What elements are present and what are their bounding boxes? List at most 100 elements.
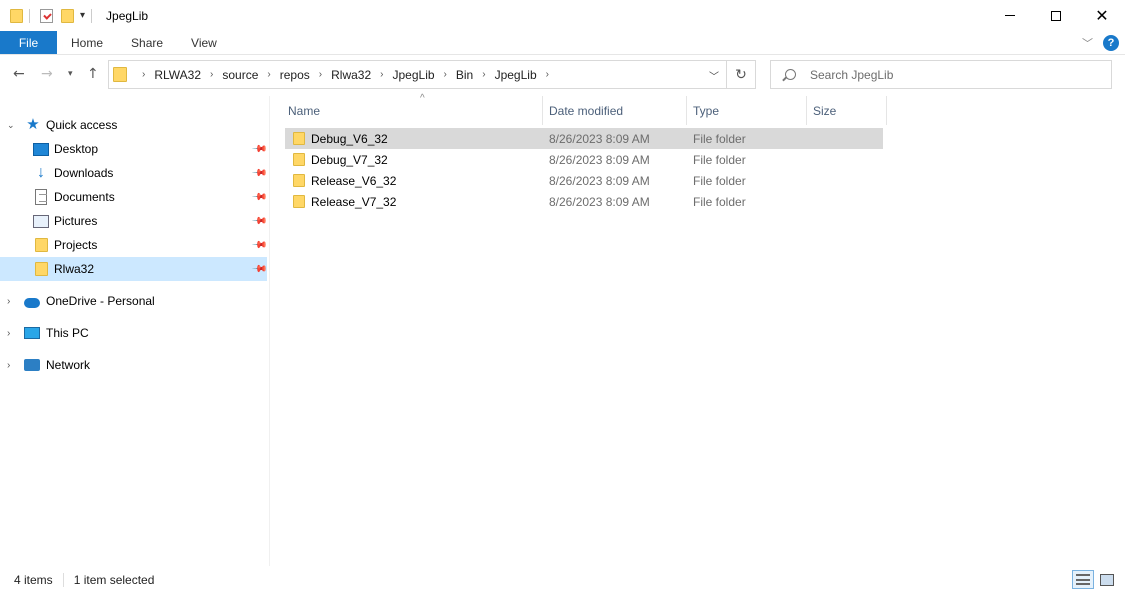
pin-icon[interactable]: 📌 xyxy=(251,261,268,278)
folder-icon xyxy=(35,262,48,276)
expand-ribbon-icon[interactable]: ﹀ xyxy=(1082,35,1093,51)
chevron-right-icon[interactable]: › xyxy=(7,296,10,307)
folder-icon xyxy=(35,238,48,252)
breadcrumb-item[interactable]: repos xyxy=(280,68,310,82)
column-headers: Name ^ Date modified Type Size xyxy=(271,93,891,125)
tab-file[interactable]: File xyxy=(0,31,57,54)
table-row[interactable]: Release_V6_32 8/26/2023 8:09 AM File fol… xyxy=(285,170,883,191)
nav-quick-access[interactable]: ⌄ ★ Quick access xyxy=(0,113,267,137)
column-header-name[interactable]: Name ^ xyxy=(282,93,543,125)
column-label: Name xyxy=(288,103,321,118)
nav-item-desktop[interactable]: Desktop 📌 xyxy=(0,137,268,161)
column-label: Type xyxy=(693,103,720,118)
view-toggle xyxy=(1072,570,1118,589)
address-bar[interactable]: › RLWA32 › source › repos › Rlwa32 › Jpe… xyxy=(108,60,756,89)
nav-item-pictures[interactable]: Pictures 📌 xyxy=(0,209,268,233)
chevron-right-icon: › xyxy=(142,69,146,80)
pin-icon[interactable]: 📌 xyxy=(251,213,268,230)
column-header-type[interactable]: Type xyxy=(687,96,807,125)
pin-icon[interactable]: 📌 xyxy=(251,237,268,254)
customize-toolbar-dropdown-icon[interactable]: ▾ xyxy=(80,10,85,21)
table-row[interactable]: Debug_V6_32 8/26/2023 8:09 AM File folde… xyxy=(285,128,883,149)
minimize-button[interactable] xyxy=(987,0,1033,31)
minimize-icon xyxy=(1005,15,1015,16)
chevron-right-icon[interactable]: › xyxy=(267,69,270,80)
pane-divider[interactable] xyxy=(269,96,270,566)
folder-icon xyxy=(293,174,305,187)
close-icon: ✕ xyxy=(1095,6,1109,25)
breadcrumb-item[interactable]: JpegLib xyxy=(393,68,435,82)
chevron-down-icon[interactable]: ⌄ xyxy=(7,120,15,131)
refresh-button[interactable]: ↻ xyxy=(726,61,755,88)
chevron-right-icon[interactable]: › xyxy=(319,69,322,80)
help-button[interactable]: ? xyxy=(1103,35,1119,51)
chevron-right-icon[interactable]: › xyxy=(444,69,447,80)
window-controls: ✕ xyxy=(987,0,1125,31)
pin-icon[interactable]: 📌 xyxy=(251,165,268,182)
nav-label: Projects xyxy=(54,238,98,252)
chevron-right-icon[interactable]: › xyxy=(380,69,383,80)
nav-item-rlwa32[interactable]: Rlwa32 📌 xyxy=(0,257,268,281)
toolbar-divider xyxy=(91,8,93,23)
up-button[interactable]: ↑ xyxy=(87,66,99,82)
table-row[interactable]: Debug_V7_32 8/26/2023 8:09 AM File folde… xyxy=(285,149,883,170)
pictures-icon xyxy=(33,214,49,228)
file-date: 8/26/2023 8:09 AM xyxy=(549,131,650,146)
chevron-right-icon[interactable]: › xyxy=(7,328,10,339)
column-header-size[interactable]: Size xyxy=(807,96,887,125)
nav-this-pc[interactable]: › This PC xyxy=(0,321,267,345)
column-header-date[interactable]: Date modified xyxy=(543,96,687,125)
address-history-dropdown-icon[interactable]: ﹀ xyxy=(709,68,719,83)
file-name: Debug_V7_32 xyxy=(311,152,388,167)
chevron-right-icon[interactable]: › xyxy=(482,69,485,80)
nav-label: Rlwa32 xyxy=(54,262,95,276)
new-folder-icon[interactable] xyxy=(61,8,74,23)
details-view-icon xyxy=(1076,574,1090,585)
forward-button[interactable]: → xyxy=(41,66,53,82)
folder-icon xyxy=(293,132,305,145)
search-box[interactable] xyxy=(770,60,1112,89)
back-button[interactable]: ← xyxy=(13,66,25,82)
toolbar-divider xyxy=(29,8,30,23)
quick-access-toolbar: ▾ xyxy=(0,0,98,31)
pin-icon[interactable]: 📌 xyxy=(251,189,268,206)
tab-view[interactable]: View xyxy=(177,31,231,54)
file-type: File folder xyxy=(693,173,746,188)
nav-item-projects[interactable]: Projects 📌 xyxy=(0,233,268,257)
breadcrumb-item[interactable]: Bin xyxy=(456,68,473,82)
tab-share[interactable]: Share xyxy=(117,31,177,54)
large-icons-view-button[interactable] xyxy=(1096,570,1118,589)
breadcrumb-item[interactable]: source xyxy=(222,68,258,82)
breadcrumb-item[interactable]: JpegLib xyxy=(495,68,537,82)
status-divider xyxy=(62,572,64,587)
file-name: Release_V6_32 xyxy=(311,173,397,188)
tab-home[interactable]: Home xyxy=(57,31,117,54)
navigation-pane: ⌄ ★ Quick access Desktop 📌 ↓ Downloads 📌… xyxy=(0,96,270,566)
nav-item-documents[interactable]: Documents 📌 xyxy=(0,185,268,209)
details-view-button[interactable] xyxy=(1072,570,1094,589)
properties-icon[interactable] xyxy=(40,8,53,23)
nav-network[interactable]: › Network xyxy=(0,353,267,377)
folder-icon xyxy=(113,67,127,82)
recent-locations-icon[interactable]: ▾ xyxy=(68,69,73,79)
chevron-right-icon[interactable]: › xyxy=(210,69,213,80)
close-button[interactable]: ✕ xyxy=(1079,0,1125,31)
nav-label: This PC xyxy=(46,326,89,340)
nav-item-downloads[interactable]: ↓ Downloads 📌 xyxy=(0,161,268,185)
breadcrumb-item[interactable]: Rlwa32 xyxy=(331,68,371,82)
table-row[interactable]: Release_V7_32 8/26/2023 8:09 AM File fol… xyxy=(285,191,883,212)
item-count: 4 items xyxy=(14,572,53,587)
nav-onedrive[interactable]: › OneDrive - Personal xyxy=(0,289,267,313)
maximize-icon xyxy=(1051,10,1061,21)
file-type: File folder xyxy=(693,131,746,146)
chevron-right-icon[interactable]: › xyxy=(546,69,549,80)
status-bar: 4 items 1 item selected xyxy=(0,566,1125,593)
search-input[interactable] xyxy=(810,67,1090,82)
nav-label: Pictures xyxy=(54,214,98,228)
breadcrumb-item[interactable]: RLWA32 xyxy=(154,68,201,82)
documents-icon xyxy=(35,189,47,205)
chevron-right-icon[interactable]: › xyxy=(7,360,10,371)
maximize-button[interactable] xyxy=(1033,0,1079,31)
nav-label: Downloads xyxy=(54,166,114,180)
pin-icon[interactable]: 📌 xyxy=(251,141,268,158)
